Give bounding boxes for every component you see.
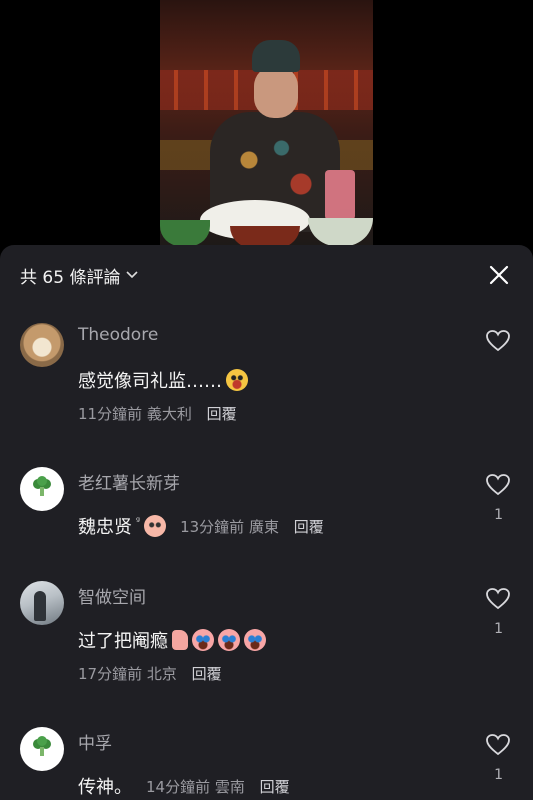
- drink-cup: [325, 170, 355, 220]
- comments-count-title: 共 65 條評論: [20, 267, 121, 288]
- comment-location: 北京: [146, 665, 177, 683]
- avatar[interactable]: [20, 581, 64, 625]
- comment-meta: 17分鐘前 北京 回覆: [78, 663, 222, 684]
- like-count: 1: [494, 621, 503, 637]
- comments-header[interactable]: 共 65 條評論: [20, 263, 139, 288]
- comment-text: 魏忠贤 ᵍ 13分鐘前 廣東 回覆: [78, 515, 324, 538]
- comment-meta: 14分鐘前 雲南 回覆: [146, 776, 290, 797]
- commenter-name[interactable]: 老红薯长新芽: [78, 469, 180, 494]
- superscript-mark: ᵍ: [136, 515, 141, 527]
- commenter-name[interactable]: 智做空间: [78, 583, 146, 608]
- bowl: [160, 220, 210, 245]
- comment-meta: 11分鐘前 義大利 回覆: [78, 403, 237, 424]
- crying-emoji-icon: [244, 629, 266, 651]
- comment-item: 智做空间 过了把阉瘾 17分鐘前 北京 回覆 1: [0, 581, 533, 683]
- thumbs-up-emoji-icon: [172, 630, 188, 650]
- reply-button[interactable]: 回覆: [207, 405, 237, 423]
- comment-time: 17分鐘前: [78, 665, 143, 683]
- video-preview[interactable]: [160, 0, 373, 245]
- heart-icon[interactable]: [485, 587, 511, 611]
- comment-time: 14分鐘前: [146, 777, 211, 796]
- comment-text: 过了把阉瘾: [78, 627, 266, 653]
- bowl: [230, 226, 300, 245]
- bowl: [308, 218, 373, 245]
- chevron-down-icon: [126, 268, 139, 282]
- comment-text: 传神。 14分鐘前 雲南 回覆: [78, 776, 290, 798]
- like-count: 1: [494, 507, 503, 523]
- avatar[interactable]: [20, 727, 64, 771]
- comment-text: 感觉像司礼监……: [78, 367, 248, 393]
- heart-icon[interactable]: [485, 473, 511, 497]
- crying-emoji-icon: [192, 629, 214, 651]
- reply-button[interactable]: 回覆: [294, 518, 324, 536]
- comment-location: 義大利: [146, 405, 192, 423]
- comment-location: 廣東: [248, 517, 279, 536]
- avatar[interactable]: [20, 467, 64, 511]
- comments-panel: 共 65 條評論 Theodore 感觉像司礼监…… 11分鐘前 義大利 回覆: [0, 245, 533, 800]
- crying-emoji-icon: [218, 629, 240, 651]
- broccoli-icon: [31, 736, 53, 762]
- comment-time: 13分鐘前: [180, 517, 245, 536]
- heart-icon[interactable]: [485, 733, 511, 757]
- like-count: 1: [494, 767, 503, 783]
- close-icon[interactable]: [487, 263, 511, 287]
- emoji-icon: [226, 369, 248, 391]
- comment-time: 11分鐘前: [78, 405, 143, 423]
- person-in-costume: [200, 40, 340, 232]
- comment-meta: 13分鐘前 廣東 回覆: [180, 516, 324, 537]
- reply-button[interactable]: 回覆: [192, 665, 222, 683]
- emoji-icon: [144, 515, 167, 537]
- reply-button[interactable]: 回覆: [260, 778, 290, 796]
- avatar[interactable]: [20, 323, 64, 367]
- broccoli-icon: [31, 476, 53, 502]
- commenter-name[interactable]: 中孚: [78, 729, 112, 754]
- comment-location: 雲南: [214, 777, 245, 796]
- commenter-name[interactable]: Theodore: [78, 325, 158, 345]
- heart-icon[interactable]: [485, 329, 511, 353]
